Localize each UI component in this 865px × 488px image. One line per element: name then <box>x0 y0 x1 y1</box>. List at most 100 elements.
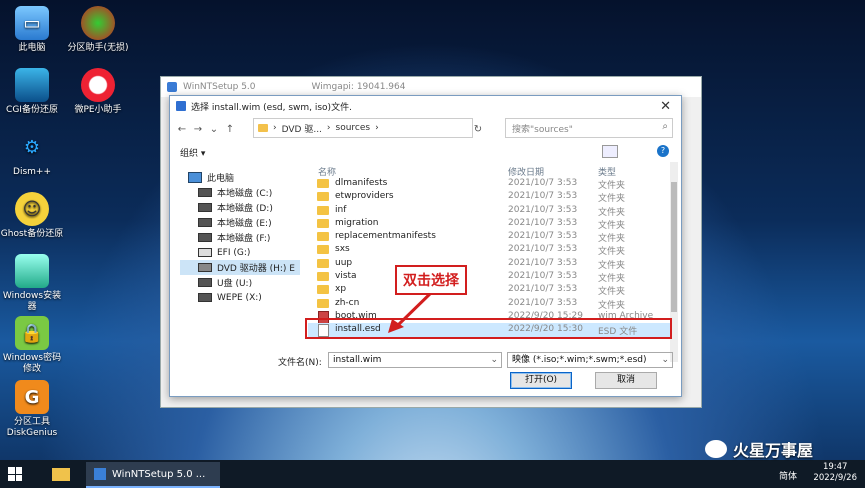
nav-item-this-pc[interactable]: 此电脑 <box>180 170 300 185</box>
breadcrumb-sep: › <box>273 123 277 133</box>
file-name: dlmanifests <box>335 178 388 188</box>
back-icon[interactable]: ← <box>174 124 190 135</box>
file-explorer-icon[interactable] <box>52 468 70 481</box>
file-row-folder[interactable]: inf 2021/10/7 3:53 文件夹 <box>308 204 671 218</box>
file-date: 2021/10/7 3:53 <box>508 257 578 268</box>
taskbar-app-winntsetup[interactable]: WinNTSetup 5.0 ... <box>86 462 220 488</box>
file-name: xp <box>335 284 347 295</box>
navigation-pane: 此电脑 本地磁盘 (C:) 本地磁盘 (D:) 本地磁盘 (E:) 本地磁盘 (… <box>180 170 300 350</box>
address-bar[interactable]: › DVD 驱... › sources › <box>253 118 473 138</box>
desktop-icon-label: CGI备份还原 <box>6 105 58 115</box>
desktop-icon-diskgenius[interactable]: G 分区工具DiskGenius <box>0 380 64 439</box>
file-row-folder[interactable]: vista 2021/10/7 3:53 文件夹 <box>308 270 671 284</box>
usb-drive-icon <box>198 278 212 287</box>
start-button[interactable] <box>8 467 22 481</box>
nav-item-drive-e[interactable]: 本地磁盘 (E:) <box>180 215 300 230</box>
drive-icon <box>198 218 212 227</box>
organize-button[interactable]: 组织 ▾ <box>180 146 205 159</box>
desktop-icon-this-pc[interactable]: ▭ 此电脑 <box>0 6 64 54</box>
scrollbar-thumb[interactable] <box>671 182 677 312</box>
folder-icon <box>317 192 329 202</box>
desktop-icon-label: 此电脑 <box>18 43 46 53</box>
folder-icon <box>317 179 329 188</box>
file-row-folder[interactable]: uup 2021/10/7 3:53 文件夹 <box>308 257 671 271</box>
search-input[interactable]: 搜索"sources" ⌕ <box>505 118 673 138</box>
nav-item-dvd[interactable]: DVD 驱动器 (H:) E <box>180 260 300 275</box>
nav-item-drive-f[interactable]: 本地磁盘 (F:) <box>180 230 300 245</box>
recent-dropdown-icon[interactable]: ⌄ <box>206 124 222 135</box>
nav-item-drive-c[interactable]: 本地磁盘 (C:) <box>180 185 300 200</box>
input-language[interactable]: 简体 <box>779 469 797 482</box>
clock-time: 19:47 <box>822 462 848 472</box>
breadcrumb-drive[interactable]: DVD 驱... <box>282 122 322 135</box>
windows-installer-icon <box>15 254 49 288</box>
nav-item-label: 本地磁盘 (C:) <box>217 189 273 199</box>
desktop-icon-password[interactable]: 🔒 Windows密码修改 <box>0 316 64 375</box>
forward-icon[interactable]: → <box>190 124 206 135</box>
refresh-icon[interactable]: ↻ <box>470 124 486 135</box>
chevron-down-icon[interactable]: ⌄ <box>661 353 669 367</box>
desktop-icon-label: 微PE小助手 <box>74 105 122 115</box>
nav-item-wepe[interactable]: WEPE (X:) <box>180 290 300 305</box>
folder-icon <box>317 232 329 242</box>
file-type: 文件夹 <box>598 287 626 298</box>
drive-icon <box>198 233 212 242</box>
file-type: 文件夹 <box>598 220 626 231</box>
file-row-folder[interactable]: zh-cn 2021/10/7 3:53 文件夹 <box>308 297 671 311</box>
file-name: vista <box>335 271 357 282</box>
file-date: 2021/10/7 3:53 <box>508 284 578 295</box>
open-button[interactable]: 打开(O) <box>510 372 572 389</box>
folder-icon <box>317 218 329 228</box>
dvd-drive-icon <box>198 263 212 272</box>
desktop-icon-ghost[interactable]: ☺ Ghost备份还原 <box>0 192 64 240</box>
file-name: zh-cn <box>335 297 360 308</box>
file-row-folder[interactable]: etwproviders 2021/10/7 3:53 文件夹 <box>308 190 671 204</box>
desktop-icon-cgi[interactable]: CGI备份还原 <box>0 68 64 116</box>
file-row-folder[interactable]: sxs 2021/10/7 3:53 文件夹 <box>308 243 671 257</box>
folder-icon <box>258 124 268 132</box>
file-name: etwproviders <box>335 191 394 202</box>
desktop-icon-dism[interactable]: ⚙ Dism++ <box>0 130 64 178</box>
breadcrumb-folder[interactable]: sources <box>336 123 371 133</box>
folder-icon <box>317 272 329 282</box>
file-date: 2021/10/7 3:53 <box>508 231 578 242</box>
file-row-folder[interactable]: migration 2021/10/7 3:53 文件夹 <box>308 217 671 231</box>
nav-item-usb[interactable]: U盘 (U:) <box>180 275 300 290</box>
file-type: 文件夹 <box>598 260 626 271</box>
file-name: inf <box>335 204 347 215</box>
desktop-icon-label: Windows安装器 <box>2 291 62 312</box>
drive-icon <box>198 293 212 302</box>
nav-item-drive-d[interactable]: 本地磁盘 (D:) <box>180 200 300 215</box>
filename-input[interactable]: install.wim ⌄ <box>328 352 502 368</box>
winntsetup-app-icon <box>167 82 177 92</box>
nav-item-efi[interactable]: EFI (G:) <box>180 245 300 260</box>
file-date: 2021/10/7 3:53 <box>508 217 578 228</box>
file-date: 2021/10/7 3:53 <box>508 271 578 282</box>
desktop-icon-label: Windows密码修改 <box>2 353 62 374</box>
desktop-icon-partition[interactable]: 分区助手(无损) <box>66 6 130 54</box>
folder-icon <box>317 285 329 295</box>
close-icon[interactable]: ✕ <box>660 99 671 114</box>
chevron-down-icon[interactable]: ⌄ <box>490 353 498 367</box>
file-row-folder[interactable]: replacementmanifests 2021/10/7 3:53 文件夹 <box>308 230 671 244</box>
filetype-select[interactable]: 映像 (*.iso;*.wim;*.swm;*.esd) ⌄ <box>507 352 673 368</box>
file-row-folder[interactable]: xp 2021/10/7 3:53 文件夹 <box>308 283 671 298</box>
desktop-icon-win-installer[interactable]: Windows安装器 <box>0 254 64 313</box>
file-date: 2021/10/7 3:53 <box>508 191 578 202</box>
desktop-icon-pe-helper[interactable]: 微PE小助手 <box>66 68 130 116</box>
drive-icon <box>198 248 212 257</box>
breadcrumb-sep: › <box>326 123 331 133</box>
filename-value: install.wim <box>333 355 382 365</box>
file-open-dialog: 选择 install.wim (esd, swm, iso)文件. ✕ ← → … <box>169 95 682 397</box>
file-name: migration <box>335 217 379 228</box>
nav-item-label: 本地磁盘 (F:) <box>217 234 271 244</box>
view-options-icon[interactable] <box>602 145 618 158</box>
password-lock-icon: 🔒 <box>15 316 49 350</box>
dialog-title: 选择 install.wim (esd, swm, iso)文件. <box>191 102 352 113</box>
cancel-button[interactable]: 取消 <box>595 372 657 389</box>
file-row-folder[interactable]: dlmanifests 2021/10/7 3:53 文件夹 <box>308 177 671 191</box>
up-icon[interactable]: ↑ <box>222 124 238 135</box>
clock[interactable]: 19:47 2022/9/26 <box>813 462 857 484</box>
file-type: 文件夹 <box>598 300 626 311</box>
help-icon[interactable]: ? <box>657 145 669 157</box>
